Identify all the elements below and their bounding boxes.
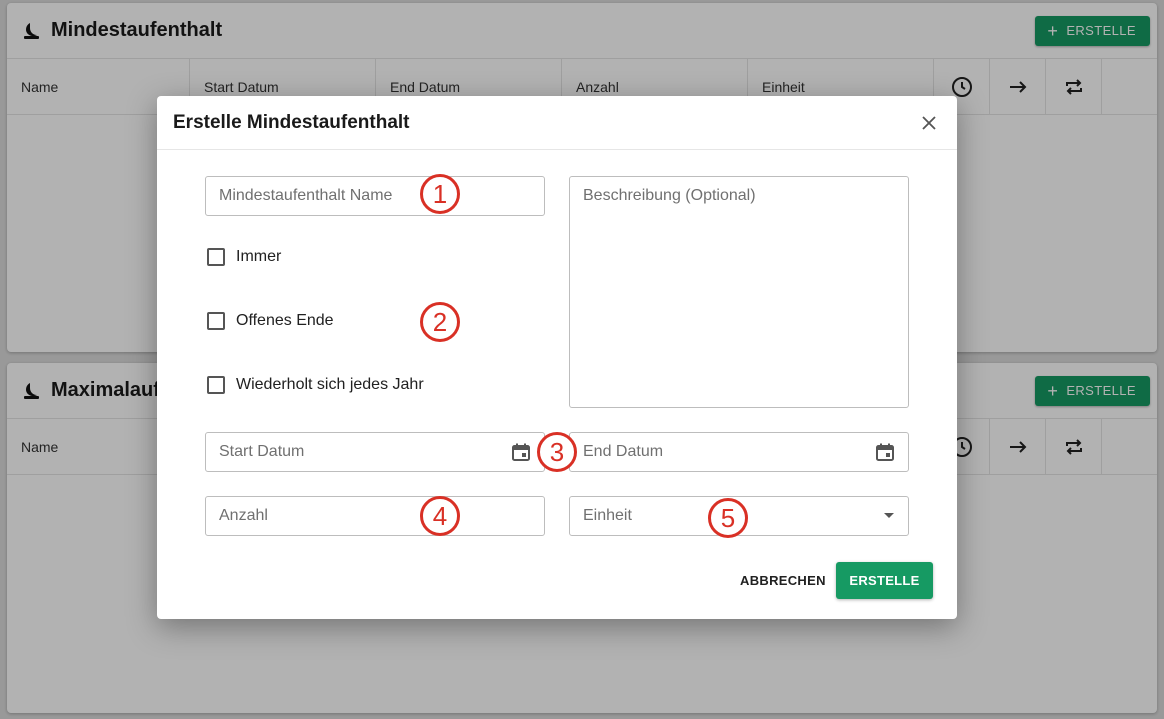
annotation-marker-3: 3 (537, 432, 577, 472)
submit-button[interactable]: ERSTELLE (836, 562, 933, 599)
immer-label: Immer (236, 248, 282, 265)
offenes-ende-checkbox[interactable] (207, 312, 225, 330)
create-dialog: Erstelle Mindestaufenthalt Immer Offenes… (157, 96, 957, 619)
start-date-field[interactable] (205, 432, 545, 472)
cancel-button[interactable]: ABBRECHEN (740, 573, 826, 588)
yearly-repeat-checkbox[interactable] (207, 376, 225, 394)
description-field[interactable] (569, 176, 909, 408)
annotation-marker-5: 5 (708, 498, 748, 538)
annotation-marker-2: 2 (420, 302, 460, 342)
name-input[interactable] (219, 187, 531, 205)
calendar-icon[interactable] (875, 442, 895, 462)
count-field[interactable] (205, 496, 545, 536)
immer-checkbox[interactable] (207, 248, 225, 266)
calendar-icon[interactable] (511, 442, 531, 462)
dialog-title: Erstelle Mindestaufenthalt (173, 111, 410, 133)
description-input[interactable] (583, 187, 895, 397)
checkbox-row-immer[interactable]: Immer (207, 248, 281, 266)
close-icon[interactable] (917, 111, 941, 135)
annotation-marker-4: 4 (420, 496, 460, 536)
count-input[interactable] (219, 507, 531, 525)
start-date-input[interactable] (219, 443, 511, 461)
name-field[interactable] (205, 176, 545, 216)
end-date-field[interactable] (569, 432, 909, 472)
checkbox-row-jaehrlich[interactable]: Wiederholt sich jedes Jahr (207, 376, 424, 394)
dialog-header: Erstelle Mindestaufenthalt (157, 96, 957, 150)
annotation-marker-1: 1 (420, 174, 460, 214)
end-date-input[interactable] (583, 443, 875, 461)
offenes-ende-label: Offenes Ende (236, 312, 334, 329)
yearly-repeat-label: Wiederholt sich jedes Jahr (236, 376, 424, 393)
checkbox-row-offenes-ende[interactable]: Offenes Ende (207, 312, 334, 330)
dropdown-arrow-icon[interactable] (883, 512, 895, 520)
